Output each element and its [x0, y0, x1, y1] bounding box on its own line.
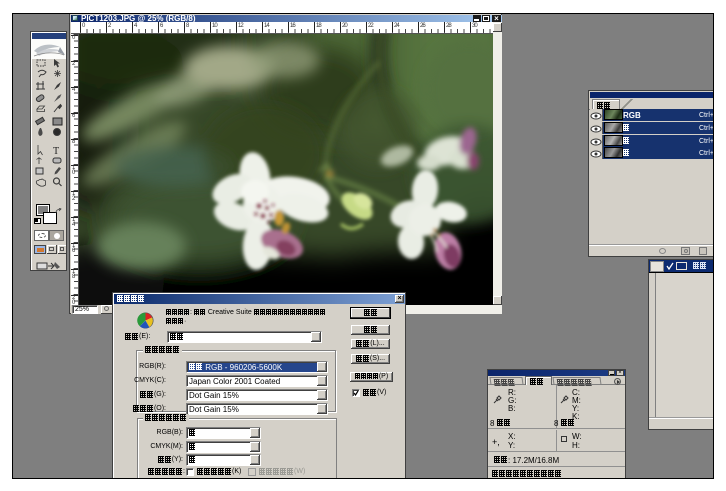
- svg-text:T: T: [53, 146, 59, 157]
